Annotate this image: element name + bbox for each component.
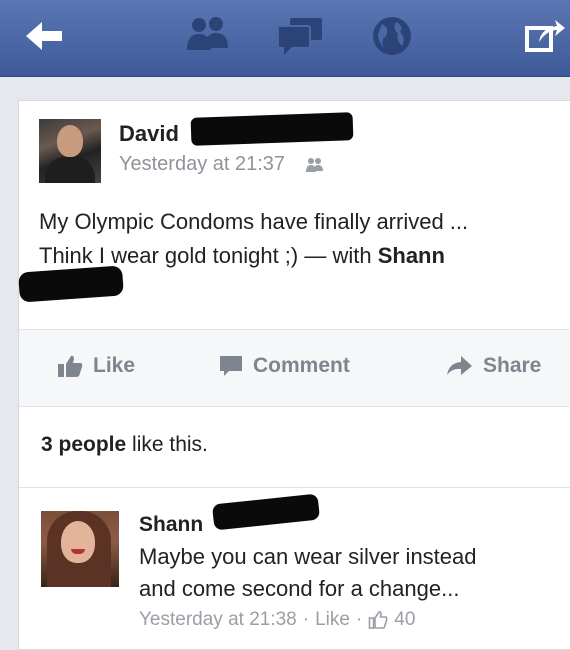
comment-meta: Yesterday at 21:38 · Like · 40 xyxy=(139,609,415,631)
comment-text-line-2: and come second for a change... xyxy=(139,576,460,601)
share-label: Share xyxy=(483,354,542,377)
notifications-globe-icon[interactable] xyxy=(370,14,414,58)
back-arrow-icon[interactable] xyxy=(22,18,66,54)
comment-like-count[interactable]: 40 xyxy=(394,609,415,631)
top-navigation-bar xyxy=(0,0,570,77)
likes-summary[interactable]: 3 people like this. xyxy=(41,433,208,457)
share-arrow-icon xyxy=(447,356,472,375)
author-avatar[interactable] xyxy=(39,119,101,183)
messages-icon[interactable] xyxy=(276,16,326,56)
likes-suffix: like this. xyxy=(126,433,208,456)
friend-requests-icon[interactable] xyxy=(184,14,232,54)
commenter-avatar[interactable] xyxy=(41,511,119,587)
post-author-name[interactable]: David xyxy=(119,121,179,147)
like-button[interactable]: Like xyxy=(57,354,135,378)
comment-like-link[interactable]: Like xyxy=(315,609,350,631)
like-label: Like xyxy=(93,354,136,377)
share-icon[interactable] xyxy=(525,18,565,54)
comment-author-name[interactable]: Shann xyxy=(139,513,203,537)
post-text-with: Think I wear gold tonight ;) — with xyxy=(39,243,378,268)
redaction-mark xyxy=(211,493,321,531)
thumbs-up-icon xyxy=(58,355,83,377)
comment-body: Maybe you can wear silver instead and co… xyxy=(139,541,559,605)
divider xyxy=(19,487,570,488)
post-timestamp[interactable]: Yesterday at 21:37 xyxy=(119,153,285,176)
post-card: David Yesterday at 21:37 My Olympic Cond… xyxy=(18,100,570,650)
comment-bubble-icon xyxy=(220,356,242,376)
comment-button[interactable]: Comment xyxy=(219,354,350,378)
meta-separator: · xyxy=(355,609,363,630)
post-text-line-1: My Olympic Condoms have finally arrived … xyxy=(39,209,469,234)
post-body: My Olympic Condoms have finally arrived … xyxy=(39,205,569,273)
comment-timestamp[interactable]: Yesterday at 21:38 xyxy=(139,609,297,631)
comment-text-line-1: Maybe you can wear silver instead xyxy=(139,544,477,569)
thumbs-up-outline-icon xyxy=(368,611,388,629)
redaction-mark xyxy=(18,265,124,303)
meta-separator: · xyxy=(302,609,310,630)
comment-label: Comment xyxy=(253,354,350,377)
tagged-friend-link[interactable]: Shann xyxy=(378,243,445,268)
friends-icon xyxy=(306,158,323,172)
post-action-bar: Like Comment Share xyxy=(19,329,570,407)
share-button[interactable]: Share xyxy=(445,354,541,378)
likes-count[interactable]: 3 people xyxy=(41,433,126,456)
redaction-mark xyxy=(190,112,354,146)
